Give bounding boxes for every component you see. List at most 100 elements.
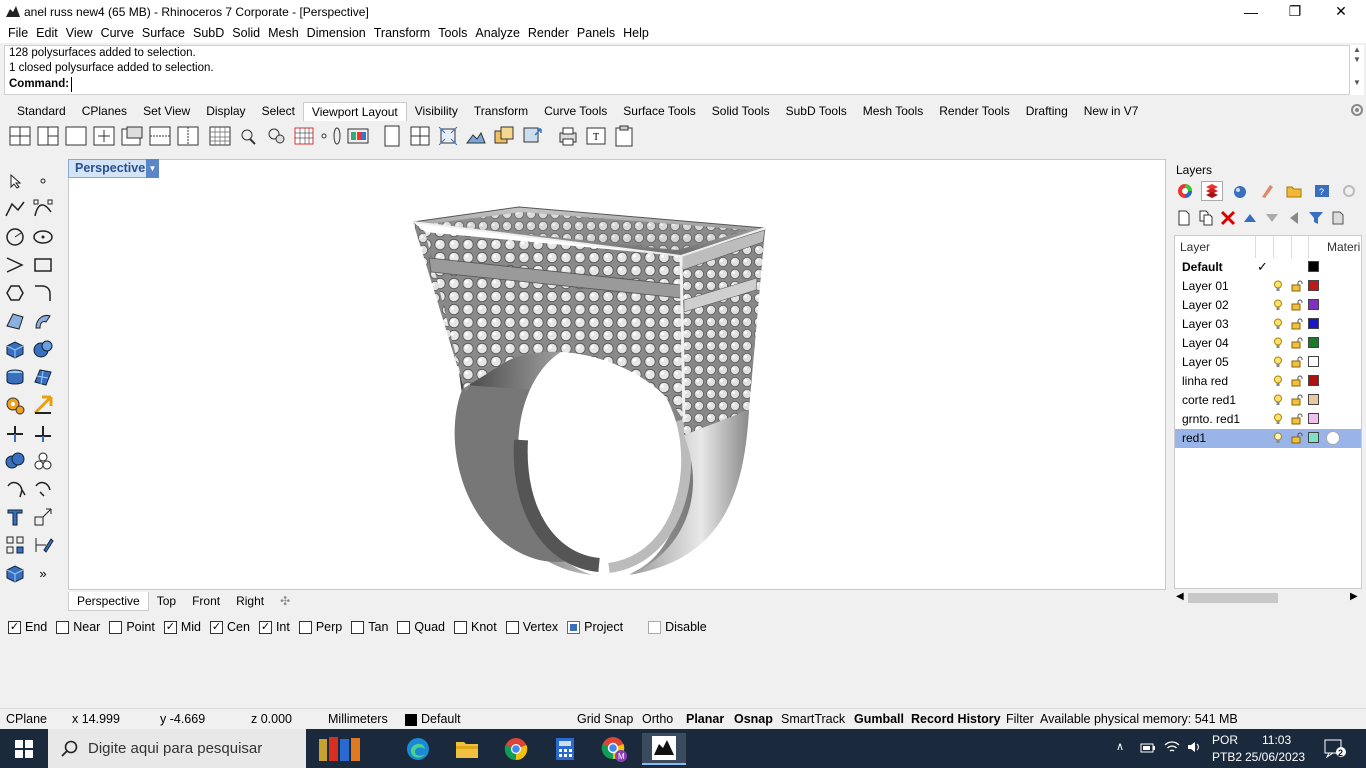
layer-row[interactable]: Layer 01 (1175, 277, 1361, 296)
tab-select[interactable]: Select (254, 102, 303, 121)
layer-row-selected[interactable]: red1 (1175, 429, 1361, 448)
smarttrack-toggle[interactable]: SmartTrack (781, 712, 845, 726)
lightbulb-icon[interactable] (1273, 337, 1283, 349)
floating-viewport-icon[interactable] (120, 124, 144, 148)
layer-color-swatch[interactable] (1308, 261, 1319, 272)
lightbulb-icon[interactable] (1273, 394, 1283, 406)
menu-dimension[interactable]: Dimension (303, 26, 370, 40)
osnap-end[interactable]: End (8, 620, 47, 634)
extrude-icon[interactable] (30, 308, 56, 334)
tab-render-tools[interactable]: Render Tools (931, 102, 1018, 121)
checkbox-checked[interactable] (258, 620, 272, 634)
print-icon[interactable] (556, 124, 580, 148)
menu-render[interactable]: Render (524, 26, 573, 40)
properties-tab-icon[interactable] (1174, 181, 1195, 201)
zoom-icon[interactable] (236, 124, 260, 148)
taskbar-search[interactable]: Digite aqui para pesquisar (48, 729, 306, 768)
panel-gear-icon[interactable] (1339, 181, 1360, 201)
edge-browser-icon[interactable] (402, 733, 434, 765)
curve-icon[interactable] (30, 196, 56, 222)
more-tools-icon[interactable]: » (30, 560, 56, 586)
unlock-icon[interactable] (1291, 356, 1303, 368)
material-column-header[interactable]: Materi (1327, 236, 1360, 258)
osnap-point[interactable]: Point (109, 620, 155, 634)
clipboard-icon[interactable] (612, 124, 636, 148)
layer-row-default[interactable]: Default ✓ (1175, 258, 1361, 277)
lightbulb-icon[interactable] (1273, 356, 1283, 368)
sphere-icon[interactable] (30, 336, 56, 362)
materials-tab-icon[interactable] (1229, 181, 1250, 201)
tab-display[interactable]: Display (198, 102, 253, 121)
osnap-disable[interactable]: Disable (648, 620, 707, 634)
scrollbar-thumb[interactable] (1188, 593, 1278, 603)
mesh-icon[interactable] (30, 364, 56, 390)
layers-horizontal-scrollbar[interactable]: ◀ ▶ (1174, 591, 1362, 605)
menu-transform[interactable]: Transform (370, 26, 435, 40)
unlock-icon[interactable] (1291, 318, 1303, 330)
cplane-label[interactable]: CPlane (6, 712, 47, 726)
unlock-icon[interactable] (1291, 280, 1303, 292)
scroll-down-icon[interactable]: ▼ (1350, 78, 1364, 87)
menu-curve[interactable]: Curve (97, 26, 138, 40)
split-icon[interactable] (30, 420, 56, 446)
dimension-icon[interactable] (30, 532, 56, 558)
polygon-icon[interactable] (2, 280, 28, 306)
layer-color-swatch[interactable] (1308, 394, 1319, 405)
checkbox-partial[interactable] (567, 620, 581, 634)
layer-color-swatch[interactable] (1308, 375, 1319, 386)
osnap-perp[interactable]: Perp (298, 620, 342, 634)
tab-drafting[interactable]: Drafting (1018, 102, 1076, 121)
unlock-icon[interactable] (1291, 337, 1303, 349)
layout-properties-icon[interactable] (492, 124, 516, 148)
viewport-tab-perspective[interactable]: Perspective (68, 591, 149, 611)
filter-toggle[interactable]: Filter (1006, 712, 1034, 726)
layer-color-swatch[interactable] (1308, 337, 1319, 348)
layer-row[interactable]: Layer 04 (1175, 334, 1361, 353)
checkbox-checked[interactable] (210, 620, 223, 634)
tab-subd-tools[interactable]: SubD Tools (778, 102, 855, 121)
lightbulb-icon[interactable] (1273, 280, 1283, 292)
move-down-icon[interactable] (1262, 208, 1282, 228)
layer-row[interactable]: Layer 05 (1175, 353, 1361, 372)
osnap-int[interactable]: Int (258, 620, 290, 634)
chrome-icon[interactable] (500, 733, 532, 765)
unlock-icon[interactable] (1291, 394, 1303, 406)
checkbox[interactable] (454, 620, 467, 634)
move-up-icon[interactable] (1240, 208, 1260, 228)
layer-color-swatch[interactable] (1308, 432, 1319, 443)
three-viewports-icon[interactable] (36, 124, 60, 148)
current-layer-label[interactable]: Default (421, 712, 461, 726)
layers-tab-icon[interactable] (1201, 181, 1223, 201)
zoom-extents-icon[interactable] (264, 124, 288, 148)
new-sublayer-icon[interactable] (1196, 208, 1216, 228)
viewport-tab-top[interactable]: Top (149, 592, 184, 611)
layer-color-swatch[interactable] (1308, 413, 1319, 424)
layer-row[interactable]: grnto. red1 (1175, 410, 1361, 429)
menu-help[interactable]: Help (619, 26, 653, 40)
ortho-toggle[interactable]: Ortho (642, 712, 673, 726)
rotate-3d-icon[interactable] (30, 476, 56, 502)
keyboard-layout[interactable]: PTB2 (1212, 750, 1242, 764)
surface-from-points-icon[interactable] (2, 308, 28, 334)
checkbox-checked[interactable] (8, 620, 21, 634)
checkbox-checked[interactable] (163, 620, 177, 634)
tab-set-view[interactable]: Set View (135, 102, 198, 121)
viewport-tab-front[interactable]: Front (184, 592, 228, 611)
osnap-vertex[interactable]: Vertex (505, 620, 558, 634)
layer-color-swatch[interactable] (1308, 318, 1319, 329)
windows-start-icon[interactable] (8, 733, 40, 765)
menu-file[interactable]: File (4, 26, 32, 40)
checkbox[interactable] (505, 620, 519, 634)
wifi-icon[interactable] (1164, 740, 1180, 754)
lightbulb-icon[interactable] (1273, 413, 1283, 425)
detail-view-icon[interactable] (408, 124, 432, 148)
copy-layout-icon[interactable] (520, 124, 544, 148)
display-tab-icon[interactable] (1256, 181, 1277, 201)
osnap-mid[interactable]: Mid (163, 620, 201, 634)
layer-row[interactable]: linha red (1175, 372, 1361, 391)
osnap-tan[interactable]: Tan (351, 620, 388, 634)
layer-tools-icon[interactable] (1328, 208, 1348, 228)
gear-icon[interactable] (1350, 103, 1364, 117)
news-widget-icon[interactable] (316, 733, 364, 765)
ring-model[interactable] (69, 160, 1165, 589)
